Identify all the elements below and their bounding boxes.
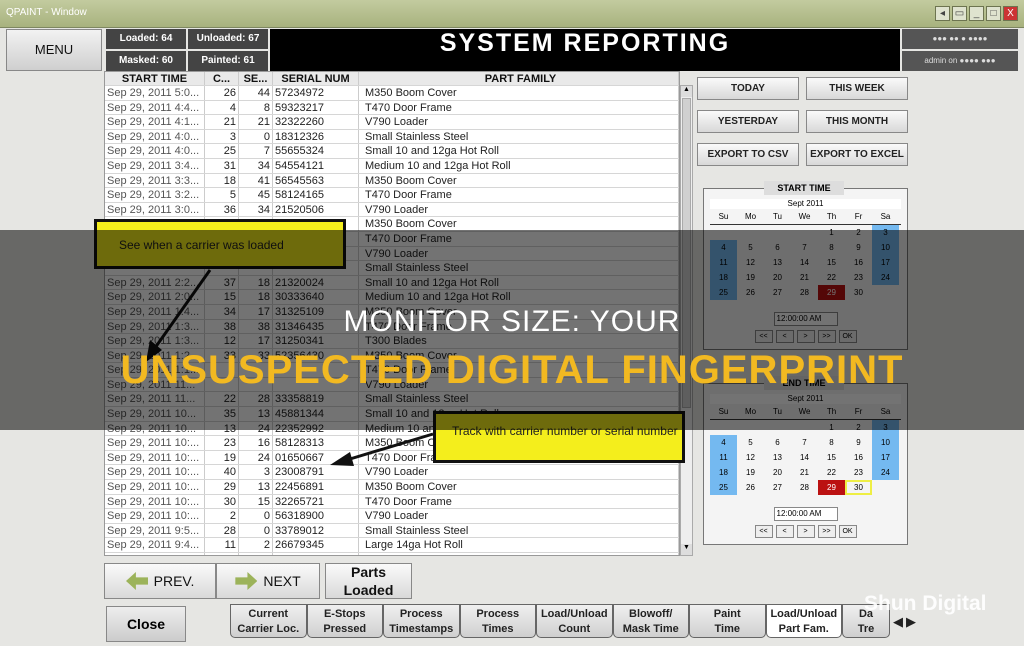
watermark: Shun Digital (864, 592, 987, 615)
overlay-title-line2: UNSUSPECTED DIGITAL FINGERPRINT (120, 348, 904, 392)
overlay-title-line1: MONITOR SIZE: YOUR (343, 305, 681, 338)
